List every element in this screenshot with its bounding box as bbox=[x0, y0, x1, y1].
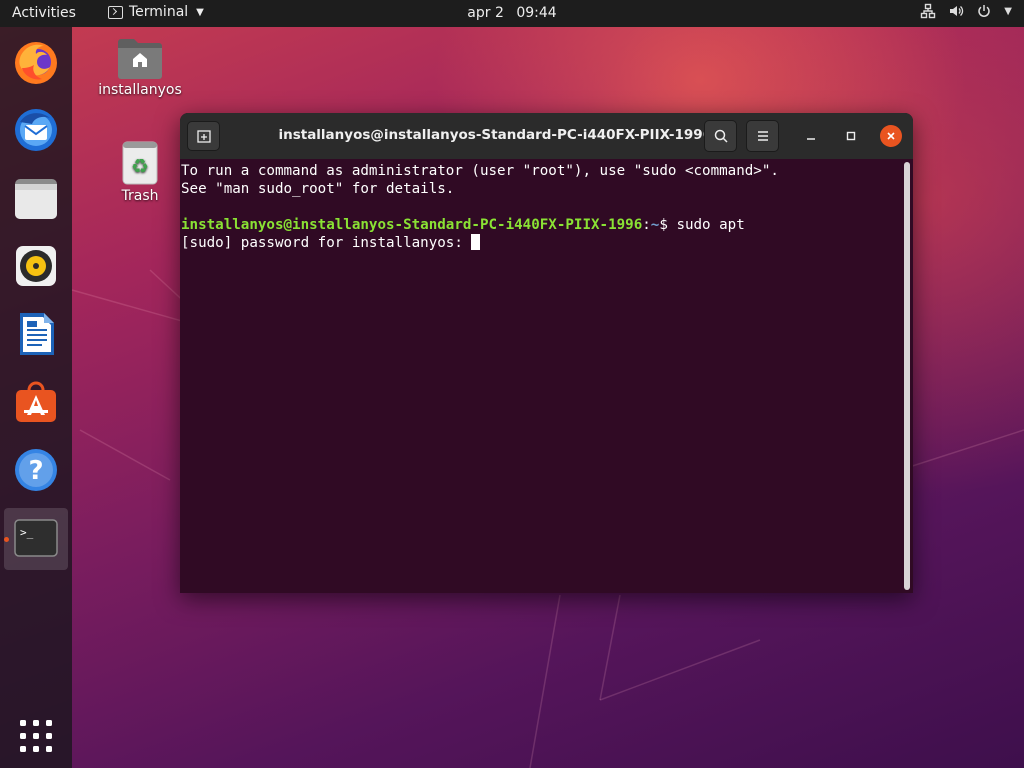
rhythmbox-icon bbox=[16, 246, 56, 286]
home-folder-label: installanyos bbox=[98, 82, 182, 98]
help-icon: ? bbox=[15, 449, 57, 491]
new-tab-button[interactable] bbox=[187, 121, 220, 151]
terminal-window[interactable]: installanyos@installanyos-Standard-PC-i4… bbox=[180, 113, 913, 593]
power-icon[interactable] bbox=[976, 3, 992, 19]
minimize-button[interactable] bbox=[800, 125, 822, 147]
clock-date: apr 2 bbox=[467, 5, 504, 21]
desktop-home-folder[interactable]: installanyos bbox=[96, 36, 184, 98]
output-line-1: To run a command as administrator (user … bbox=[181, 163, 779, 179]
dock: ? >_ bbox=[0, 27, 72, 768]
menu-button[interactable] bbox=[746, 120, 779, 152]
output-line-2: See "man sudo_root" for details. bbox=[181, 181, 455, 197]
trash-icon: ♻ bbox=[122, 141, 158, 185]
writer-icon bbox=[20, 313, 54, 355]
terminal-header-bar[interactable]: installanyos@installanyos-Standard-PC-i4… bbox=[180, 113, 913, 159]
close-icon bbox=[887, 132, 895, 140]
clock[interactable]: apr 2 09:44 bbox=[0, 5, 1024, 21]
prompt-line: installanyos@installanyos-Standard-PC-i4… bbox=[181, 216, 745, 234]
home-folder-icon bbox=[118, 39, 162, 79]
hamburger-menu-icon bbox=[757, 131, 768, 141]
window-title: installanyos@installanyos-Standard-PC-i4… bbox=[278, 127, 734, 143]
software-icon bbox=[16, 381, 56, 422]
maximize-icon bbox=[846, 131, 856, 141]
dock-item-terminal[interactable]: >_ bbox=[10, 512, 62, 564]
volume-icon[interactable] bbox=[948, 3, 964, 19]
password-prompt-line: [sudo] password for installanyos: bbox=[181, 234, 481, 252]
trash-label: Trash bbox=[121, 188, 159, 204]
new-tab-icon bbox=[196, 130, 211, 143]
dock-item-files[interactable] bbox=[10, 172, 62, 224]
typed-command: sudo apt bbox=[676, 217, 745, 233]
maximize-button[interactable] bbox=[840, 125, 862, 147]
terminal-output[interactable]: To run a command as administrator (user … bbox=[180, 159, 913, 593]
dock-item-help[interactable]: ? bbox=[10, 444, 62, 496]
terminal-icon: >_ bbox=[14, 519, 58, 557]
svg-text:♻: ♻ bbox=[131, 154, 149, 178]
show-applications-button[interactable] bbox=[10, 710, 62, 762]
system-menu-caret-icon[interactable]: ▼ bbox=[1004, 6, 1012, 17]
prompt-symbol: $ bbox=[659, 217, 677, 233]
svg-text:?: ? bbox=[28, 456, 43, 486]
system-tray[interactable]: ▼ bbox=[920, 3, 1012, 19]
password-prompt: [sudo] password for installanyos: bbox=[181, 235, 472, 251]
app-grid-icon bbox=[20, 720, 52, 752]
minimize-icon bbox=[807, 138, 815, 140]
svg-text:>_: >_ bbox=[20, 526, 34, 539]
dock-item-ubuntu-software[interactable] bbox=[10, 376, 62, 428]
text-cursor bbox=[471, 234, 481, 250]
thunderbird-icon bbox=[15, 109, 57, 151]
top-bar: Activities Terminal ▼ apr 2 09:44 ▼ bbox=[0, 0, 1024, 27]
network-icon[interactable] bbox=[920, 3, 936, 19]
clock-time: 09:44 bbox=[516, 5, 557, 21]
running-indicator bbox=[4, 537, 9, 542]
firefox-icon bbox=[15, 42, 57, 84]
dock-item-firefox[interactable] bbox=[10, 36, 62, 88]
search-icon bbox=[714, 129, 728, 143]
dock-item-thunderbird[interactable] bbox=[10, 104, 62, 156]
prompt-user-host: installanyos@installanyos-Standard-PC-i4… bbox=[181, 217, 643, 233]
desktop-trash[interactable]: ♻ Trash bbox=[100, 140, 180, 204]
files-icon bbox=[15, 179, 57, 219]
prompt-separator: : bbox=[642, 217, 651, 233]
search-button[interactable] bbox=[704, 120, 737, 152]
dock-item-rhythmbox[interactable] bbox=[10, 240, 62, 292]
scrollbar[interactable] bbox=[904, 162, 910, 590]
close-button[interactable] bbox=[880, 125, 902, 147]
dock-item-writer[interactable] bbox=[10, 308, 62, 360]
